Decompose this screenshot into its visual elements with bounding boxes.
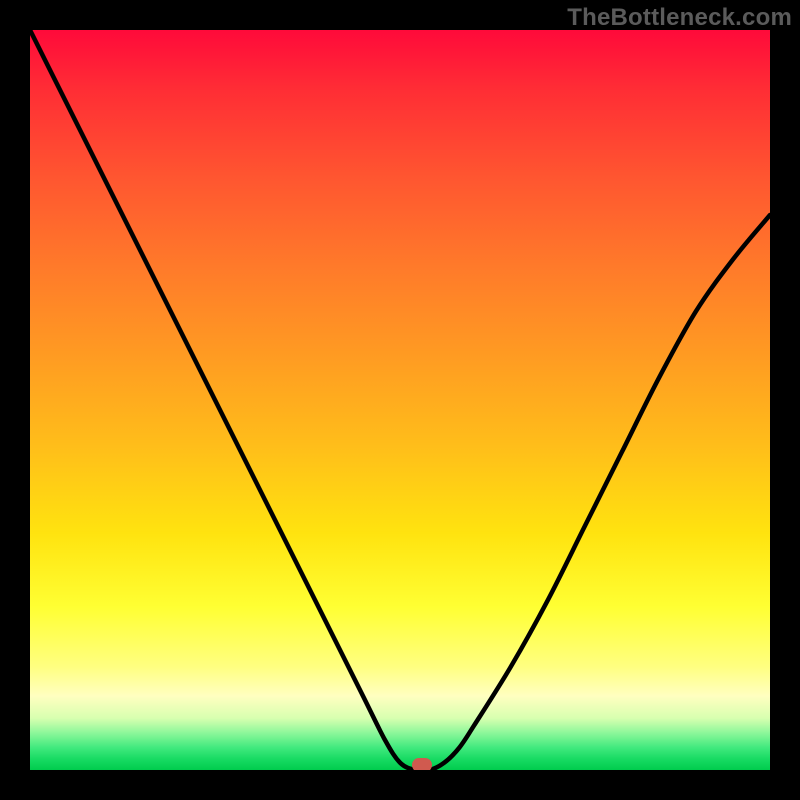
plot-area	[30, 30, 770, 770]
chart-frame: TheBottleneck.com	[0, 0, 800, 800]
result-marker	[412, 758, 432, 770]
watermark-text: TheBottleneck.com	[567, 4, 792, 32]
bottleneck-curve	[30, 30, 770, 770]
